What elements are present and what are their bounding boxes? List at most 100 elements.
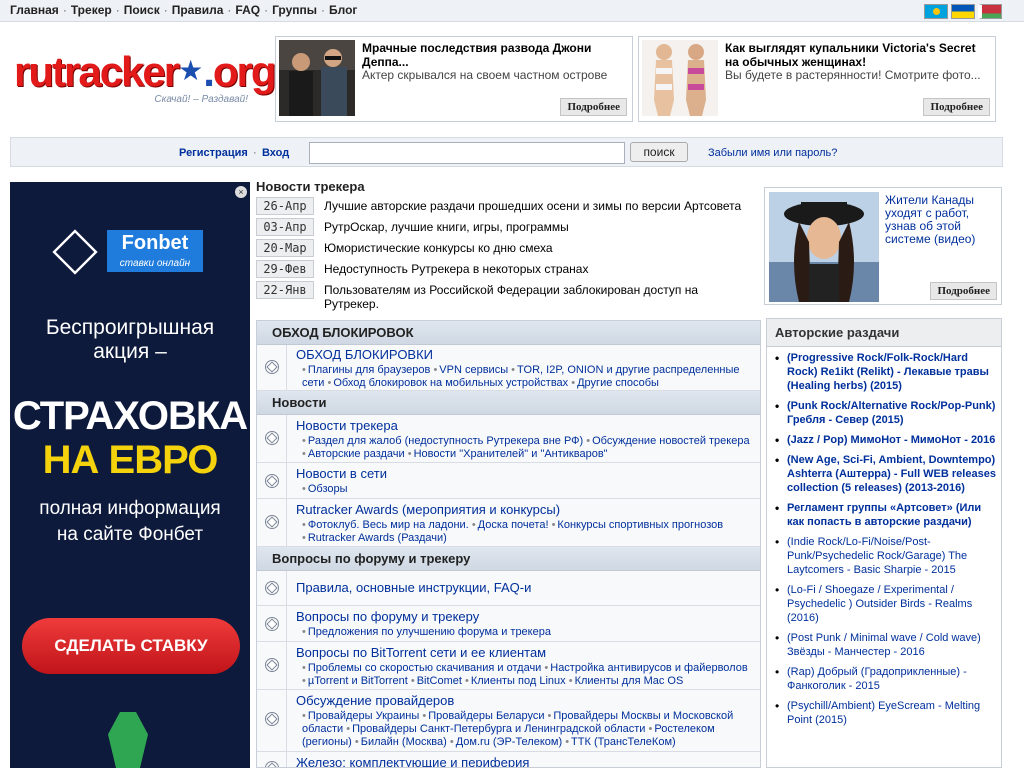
logo-text-org: org bbox=[212, 48, 277, 95]
subforum-link[interactable]: Обзоры bbox=[308, 483, 348, 495]
release-link[interactable]: (Rap) Добрый (Градоприкленные) - Фанкого… bbox=[775, 665, 997, 693]
banner-headline-1: СТРАХОВКА bbox=[12, 394, 248, 438]
top-ad-2[interactable]: Как выглядят купальники Victoria's Secre… bbox=[638, 36, 996, 122]
nav-rules[interactable]: Правила bbox=[172, 3, 224, 17]
nav-faq[interactable]: FAQ bbox=[235, 3, 260, 17]
news-date: 03-Апр bbox=[256, 218, 314, 236]
subforum-link[interactable]: ТТК (ТрансТелеКом) bbox=[571, 736, 676, 748]
subforum-link[interactable]: Доска почета! bbox=[478, 519, 549, 531]
forum-link[interactable]: Новости трекера bbox=[296, 418, 398, 433]
nav-blog[interactable]: Блог bbox=[329, 3, 357, 17]
right-ad[interactable]: Жители Канады уходят с работ, узнав об э… bbox=[764, 187, 1002, 305]
banner-line-3: полная информация bbox=[39, 498, 221, 519]
star-icon: ★ bbox=[178, 55, 204, 86]
subforum-link[interactable]: Конкурсы спортивных прогнозов bbox=[557, 519, 723, 531]
site-logo[interactable]: rutracker★.org Скачай! – Раздавай! bbox=[14, 50, 277, 110]
news-link[interactable]: Лучшие авторские раздачи прошедших осени… bbox=[324, 199, 756, 213]
subforum-link[interactable]: BitComet bbox=[417, 675, 462, 687]
forum-icon bbox=[265, 658, 279, 672]
forgot-password-link[interactable]: Забыли имя или пароль? bbox=[708, 147, 837, 159]
subforum-link[interactable]: VPN сервисы bbox=[439, 364, 508, 376]
ad-photo-woman bbox=[769, 192, 879, 302]
subforum-link[interactable]: Обход блокировок на мобильных устройства… bbox=[333, 377, 568, 389]
forum-link[interactable]: Обсуждение провайдеров bbox=[296, 693, 454, 708]
release-link[interactable]: (Punk Rock/Alternative Rock/Pop-Punk) Гр… bbox=[775, 399, 997, 427]
kazakhstan-flag-icon[interactable] bbox=[924, 4, 948, 19]
subforum-link[interactable]: Авторские раздачи bbox=[308, 448, 405, 460]
belarus-flag-icon[interactable] bbox=[978, 4, 1002, 19]
release-link[interactable]: (New Age, Sci-Fi, Ambient, Downtempo) As… bbox=[775, 453, 997, 495]
release-link[interactable]: (Post Punk / Minimal wave / Cold wave) З… bbox=[775, 631, 997, 659]
forum-link[interactable]: Правила, основные инструкции, FAQ-и bbox=[296, 580, 531, 595]
subforum-link[interactable]: Плагины для браузеров bbox=[308, 364, 431, 376]
close-icon[interactable]: × bbox=[235, 186, 247, 198]
make-bet-button[interactable]: СДЕЛАТЬ СТАВКУ bbox=[22, 618, 240, 674]
top-ad-1[interactable]: Мрачные последствия развода Джони Деппа.… bbox=[275, 36, 633, 122]
ad-more-button[interactable]: Подробнее bbox=[930, 282, 997, 300]
forum-row: Обсуждение провайдеров • Провайдеры Украи… bbox=[257, 690, 760, 752]
subforum-link[interactable]: Обсуждение новостей трекера bbox=[592, 435, 749, 447]
news-link[interactable]: Юмористические конкурсы ко дню смеха bbox=[324, 241, 756, 255]
release-link[interactable]: Регламент группы «Артсовет» (Или как поп… bbox=[775, 501, 997, 529]
release-link[interactable]: (Jazz / Pop) МимоНот - МимоНот - 2016 bbox=[775, 433, 997, 447]
fonbet-logo: Fonbet ставки онлайн bbox=[52, 229, 205, 276]
release-link[interactable]: (Psychill/Ambient) EyeScream - Melting P… bbox=[775, 699, 997, 727]
nav-search[interactable]: Поиск bbox=[124, 3, 160, 17]
subforum-link[interactable]: Билайн (Москва) bbox=[361, 736, 447, 748]
forum-icon bbox=[265, 515, 279, 529]
release-link[interactable]: (Progressive Rock/Folk-Rock/Hard Rock) R… bbox=[775, 351, 997, 393]
ad-more-button[interactable]: Подробнее bbox=[923, 98, 990, 116]
subforum-link[interactable]: Раздел для жалоб (недоступность Рутрекер… bbox=[308, 435, 583, 447]
forum-link[interactable]: Железо: комплектующие и периферия bbox=[296, 755, 529, 767]
ad-title[interactable]: Жители Канады уходят с работ, узнав об э… bbox=[885, 194, 999, 246]
login-sep: · bbox=[253, 147, 257, 159]
forum-link[interactable]: Вопросы по форуму и трекеру bbox=[296, 609, 479, 624]
subforum-link[interactable]: Провайдеры Санкт-Петербурга и Ленинградс… bbox=[352, 723, 645, 735]
release-link[interactable]: (Indie Rock/Lo-Fi/Noise/Post-Punk/Psyche… bbox=[775, 535, 997, 577]
forum-link[interactable]: Новости в сети bbox=[296, 466, 387, 481]
subforum-link[interactable]: Клиенты под Linux bbox=[471, 675, 566, 687]
language-flags bbox=[921, 4, 1002, 19]
forum-row: Железо: комплектующие и периферия bbox=[257, 752, 760, 767]
category-header[interactable]: Новости bbox=[257, 391, 760, 415]
forum-divider bbox=[286, 571, 287, 605]
subforum-link[interactable]: Клиенты для Mac OS bbox=[575, 675, 684, 687]
subforum-link[interactable]: Дом.ru (ЭР-Телеком) bbox=[456, 736, 562, 748]
forum-icon bbox=[265, 431, 279, 445]
ad-more-button[interactable]: Подробнее bbox=[560, 98, 627, 116]
search-input[interactable] bbox=[309, 142, 625, 164]
subforum-link[interactable]: Провайдеры Беларуси bbox=[428, 710, 544, 722]
ukraine-flag-icon[interactable] bbox=[951, 4, 975, 19]
nav-tracker[interactable]: Трекер bbox=[71, 3, 112, 17]
subforum-link[interactable]: Другие способы bbox=[577, 377, 659, 389]
fonbet-brand-sub: ставки онлайн bbox=[107, 256, 203, 272]
subforum-link[interactable]: Предложения по улучшению форума и трекер… bbox=[308, 626, 551, 638]
nav-home[interactable]: Главная bbox=[10, 3, 59, 17]
news-link[interactable]: Пользователям из Российской Федерации за… bbox=[324, 283, 756, 311]
subforum-link[interactable]: Проблемы со скоростью скачивания и отдач… bbox=[308, 662, 541, 674]
register-link[interactable]: Регистрация bbox=[179, 147, 248, 159]
subforum-link[interactable]: Новости "Хранителей" и "Антикваров" bbox=[414, 448, 608, 460]
news-link[interactable]: Недоступность Рутрекера в некоторых стра… bbox=[324, 262, 756, 276]
forum-link[interactable]: ОБХОД БЛОКИРОВКИ bbox=[296, 347, 433, 362]
ad-title[interactable]: Как выглядят купальники Victoria's Secre… bbox=[725, 41, 989, 69]
news-date: 26-Апр bbox=[256, 197, 314, 215]
category-header[interactable]: ОБХОД БЛОКИРОВОК bbox=[257, 321, 760, 345]
banner-line-2: акция – bbox=[93, 340, 167, 363]
release-link[interactable]: (Lo-Fi / Shoegaze / Experimental / Psych… bbox=[775, 583, 997, 625]
nav-groups[interactable]: Группы bbox=[272, 3, 317, 17]
forum-link[interactable]: Вопросы по BitTorrent сети и ее клиентам bbox=[296, 645, 546, 660]
subforum-link[interactable]: µTorrent и BitTorrent bbox=[308, 675, 408, 687]
login-link[interactable]: Вход bbox=[262, 147, 289, 159]
subforum-link[interactable]: Настройка антивирусов и файерволов bbox=[550, 662, 747, 674]
fonbet-banner[interactable]: × Fonbet ставки онлайн Беспроигрышная ак… bbox=[10, 182, 250, 768]
category-header[interactable]: Вопросы по форуму и трекеру bbox=[257, 547, 760, 571]
search-button[interactable]: поиск bbox=[630, 142, 688, 162]
subforum-link[interactable]: Rutracker Awards (Раздачи) bbox=[308, 532, 447, 544]
fonbet-brand: Fonbet bbox=[107, 230, 203, 256]
ad-title[interactable]: Мрачные последствия развода Джони Деппа.… bbox=[362, 41, 626, 69]
news-link[interactable]: РутрОскар, лучшие книги, игры, программы bbox=[324, 220, 756, 234]
forum-link[interactable]: Rutracker Awards (мероприятия и конкурсы… bbox=[296, 502, 560, 517]
subforum-link[interactable]: Провайдеры Украины bbox=[308, 710, 419, 722]
subforum-link[interactable]: Фотоклуб. Весь мир на ладони. bbox=[308, 519, 469, 531]
